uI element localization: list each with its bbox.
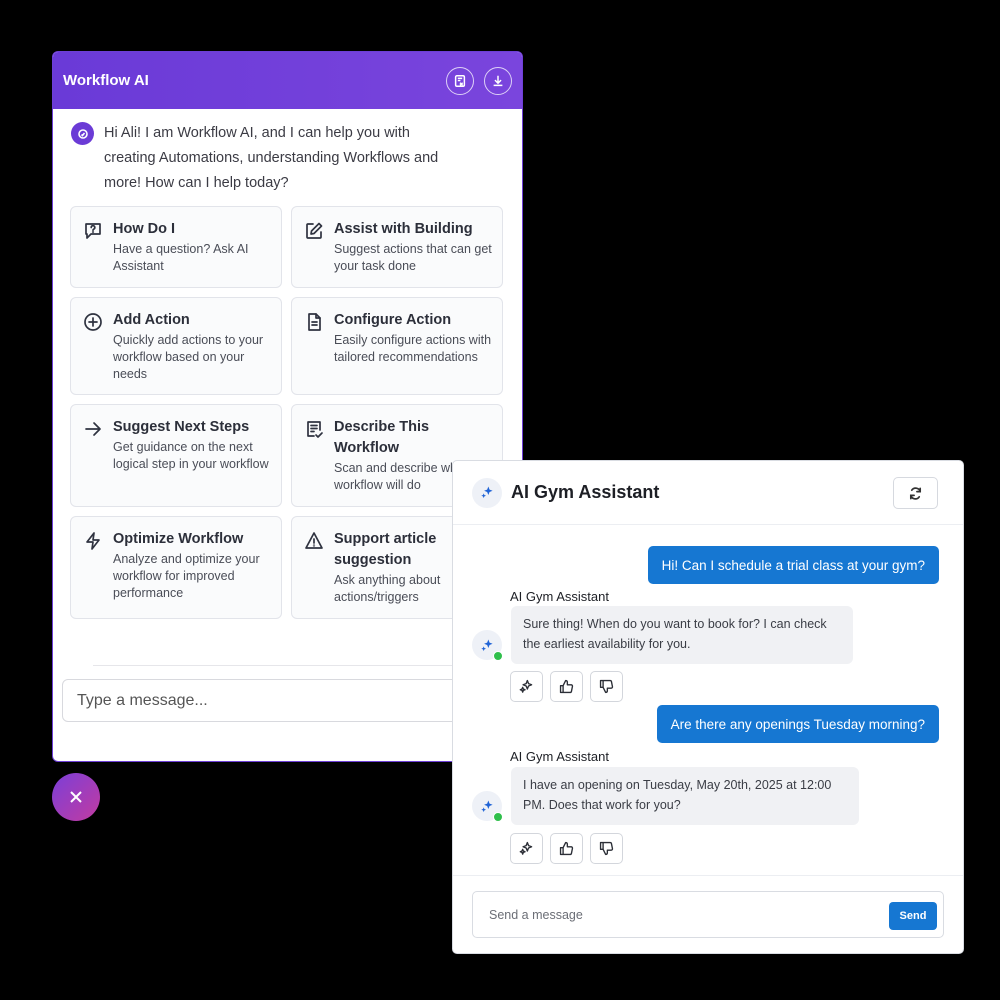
greeting-message: Hi Ali! I am Workflow AI, and I can help… [53, 109, 522, 196]
close-chat-button[interactable] [52, 773, 100, 821]
bot-message-avatar [472, 630, 503, 661]
card-title: Describe This Workflow [334, 419, 430, 456]
question-bubble-icon [83, 221, 103, 241]
bot-message: Sure thing! When do you want to book for… [511, 606, 853, 664]
thumbs-up-button[interactable] [550, 833, 583, 864]
checklist-doc-icon [304, 419, 324, 439]
sparkle-icon [480, 486, 493, 499]
message-feedback-actions [510, 833, 623, 864]
bot-message: I have an opening on Tuesday, May 20th, … [511, 767, 859, 825]
edit-square-icon [304, 221, 324, 241]
thumbs-up-icon [559, 679, 574, 694]
sparkle-icon [480, 800, 493, 812]
sparkle-icon [519, 841, 533, 855]
thumbs-down-button[interactable] [590, 671, 623, 702]
warning-triangle-icon [304, 531, 324, 551]
input-placeholder: Send a message [489, 907, 583, 922]
message-feedback-actions [510, 671, 623, 702]
thumbs-down-icon [599, 841, 614, 856]
refresh-icon [909, 486, 922, 500]
card-title: How Do I [113, 221, 176, 237]
card-add-action[interactable]: Add Action Quickly add actions to your w… [70, 297, 282, 395]
card-how-do-i[interactable]: How Do I Have a question? Ask AI Assista… [70, 206, 282, 288]
workflow-ai-header: Workflow AI [53, 52, 522, 109]
workflow-ai-avatar [71, 122, 94, 145]
regenerate-button[interactable] [510, 833, 543, 864]
card-configure-action[interactable]: Configure Action Easily configure action… [291, 297, 503, 395]
card-title: Add Action [113, 312, 190, 328]
card-title: Configure Action [334, 312, 452, 328]
gym-assistant-title: AI Gym Assistant [511, 482, 660, 502]
bot-name-label: AI Gym Assistant [510, 589, 609, 604]
thumbs-up-button[interactable] [550, 671, 583, 702]
card-suggest-next-steps[interactable]: Suggest Next Steps Get guidance on the n… [70, 404, 282, 507]
sparkle-icon [519, 679, 533, 693]
document-icon [304, 312, 324, 332]
bot-message-avatar [472, 791, 503, 822]
bot-name-label: AI Gym Assistant [510, 749, 609, 764]
gym-assistant-panel: AI Gym Assistant Hi! Can I schedule a tr… [452, 460, 964, 954]
card-description: Get guidance on the next logical step in… [113, 440, 269, 471]
card-title: Assist with Building [334, 221, 473, 237]
sparkle-icon [480, 639, 493, 651]
card-description: Quickly add actions to your workflow bas… [113, 333, 264, 381]
divider [453, 875, 963, 876]
lightning-icon [83, 531, 103, 551]
gym-assistant-avatar [472, 477, 502, 508]
arrow-right-icon [83, 419, 103, 439]
send-button[interactable]: Send [889, 902, 937, 930]
workflow-message-input[interactable]: Type a message... [62, 679, 502, 722]
online-status-dot [493, 812, 503, 822]
card-description: Suggest actions that can get your task d… [334, 242, 492, 273]
download-button[interactable] [484, 66, 512, 95]
thumbs-up-icon [559, 841, 574, 856]
card-description: Analyze and optimize your workflow for i… [113, 552, 260, 600]
user-message: Are there any openings Tuesday morning? [656, 705, 939, 743]
online-status-dot [493, 651, 503, 661]
input-placeholder: Type a message... [77, 691, 208, 709]
card-description: Easily configure actions with tailored r… [334, 333, 492, 364]
bot-icon [77, 128, 88, 139]
greeting-text: Hi Ali! I am Workflow AI, and I can help… [104, 125, 439, 191]
gym-message-input[interactable]: Send a message Send [472, 891, 944, 938]
plus-circle-icon [83, 312, 103, 332]
card-title: Suggest Next Steps [113, 419, 250, 435]
card-description: Have a question? Ask AI Assistant [113, 242, 249, 273]
card-title: Optimize Workflow [113, 531, 244, 547]
card-optimize-workflow[interactable]: Optimize Workflow Analyze and optimize y… [70, 516, 282, 619]
gym-assistant-header: AI Gym Assistant [453, 461, 963, 525]
thumbs-down-icon [599, 679, 614, 694]
thumbs-down-button[interactable] [590, 833, 623, 864]
card-assist-with-building[interactable]: Assist with Building Suggest actions tha… [291, 206, 503, 288]
clear-chat-button[interactable] [446, 66, 474, 95]
refresh-button[interactable] [893, 477, 938, 509]
regenerate-button[interactable] [510, 671, 543, 702]
close-icon [70, 791, 82, 803]
user-message: Hi! Can I schedule a trial class at your… [647, 546, 939, 584]
download-icon [493, 75, 503, 86]
clear-document-icon [454, 74, 466, 87]
workflow-ai-title: Workflow AI [63, 72, 149, 89]
